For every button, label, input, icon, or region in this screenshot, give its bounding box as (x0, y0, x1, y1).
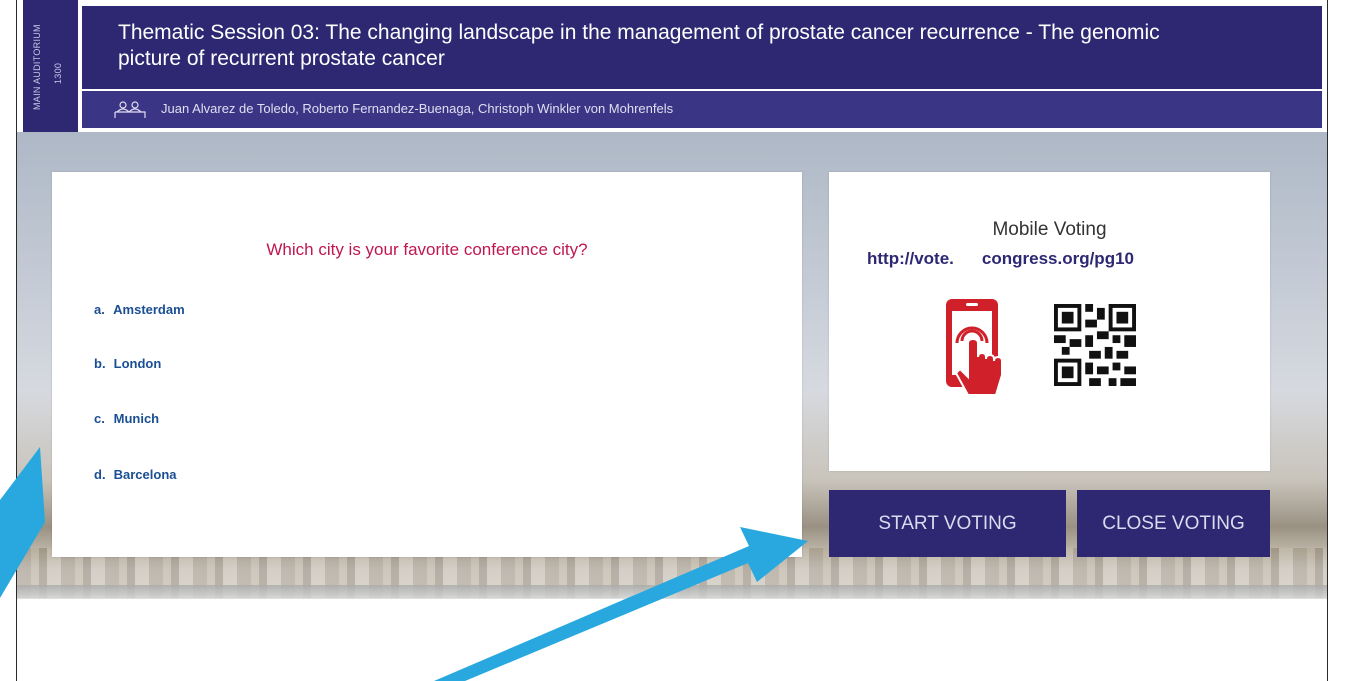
app-frame: MAIN AUDITORIUM 1300 Thematic Session 03… (16, 0, 1328, 681)
voting-url[interactable]: http://vote. congress.org/pg10 (867, 249, 1134, 269)
option-label: London (113, 356, 162, 371)
option-letter: c. (94, 411, 105, 426)
phone-tap-icon (946, 299, 1003, 396)
poll-option-a[interactable]: a. Amsterdam (94, 302, 185, 317)
people-icon (114, 101, 146, 118)
close-voting-button[interactable]: CLOSE VOTING (1077, 490, 1270, 557)
room-label: MAIN AUDITORIUM (32, 24, 42, 110)
poll-option-d[interactable]: d. Barcelona (94, 467, 177, 482)
voting-url-part1: http://vote. (867, 249, 954, 268)
option-label: Munich (113, 411, 160, 426)
option-label: Amsterdam (113, 302, 185, 317)
poll-question: Which city is your favorite conference c… (266, 240, 588, 259)
start-voting-button[interactable]: START VOTING (829, 490, 1066, 557)
poll-option-c[interactable]: c. Munich (94, 411, 159, 426)
poll-card: Which city is your favorite conference c… (52, 172, 802, 557)
mobile-voting-card: Mobile Voting http://vote. congress.org/p… (829, 172, 1270, 471)
option-letter: a. (94, 302, 105, 317)
option-letter: d. (94, 467, 106, 482)
session-header: MAIN AUDITORIUM 1300 Thematic Session 03… (17, 0, 1327, 132)
mobile-voting-title: Mobile Voting (992, 219, 1107, 240)
poll-option-b[interactable]: b. London (94, 356, 161, 371)
voting-url-part2: congress.org/pg10 (981, 249, 1134, 268)
option-letter: b. (94, 356, 106, 371)
background-river (17, 585, 1327, 599)
title-bar: Thematic Session 03: The changing landsc… (82, 6, 1322, 89)
time-label: 1300 (53, 62, 63, 84)
session-title: Thematic Session 03: The changing landsc… (118, 21, 1160, 70)
presenter-names: Juan Alvarez de Toledo, Roberto Fernande… (161, 101, 674, 116)
room-tab: MAIN AUDITORIUM 1300 (23, 0, 80, 132)
qr-code-icon (1054, 304, 1136, 386)
option-label: Barcelona (113, 467, 177, 482)
presenter-bar: Juan Alvarez de Toledo, Roberto Fernande… (82, 91, 1322, 128)
